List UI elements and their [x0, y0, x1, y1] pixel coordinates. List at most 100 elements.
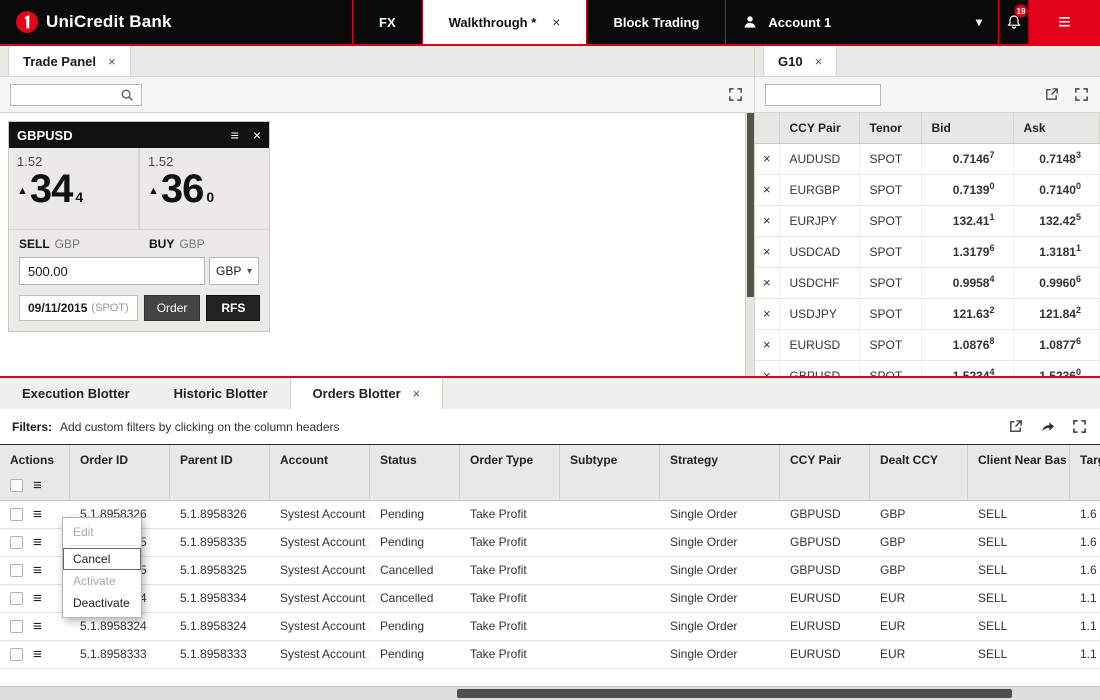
export-icon[interactable]	[1038, 418, 1056, 436]
bid-price[interactable]: 0.99584	[921, 267, 1013, 298]
order-row[interactable]: ≡5.1.89583345.1.8958334Systest Account 1…	[0, 585, 1100, 613]
remove-pair-icon[interactable]: ×	[755, 205, 779, 236]
scrollbar-thumb[interactable]	[747, 113, 754, 297]
horizontal-scrollbar[interactable]	[0, 686, 1100, 700]
bid-price[interactable]: 132.411	[921, 205, 1013, 236]
order-button[interactable]: Order	[144, 295, 201, 321]
expand-icon[interactable]	[1070, 418, 1088, 436]
column-header-ccy-pair[interactable]: CCY Pair	[779, 113, 859, 143]
ask-price[interactable]: 0.71400	[1013, 174, 1100, 205]
row-checkbox[interactable]	[10, 592, 23, 605]
account-selector[interactable]: Account 1 ▾	[725, 0, 998, 44]
column-header-ccy-pair[interactable]: CCY Pair	[780, 445, 870, 500]
main-menu-button[interactable]: ≡	[1028, 0, 1100, 44]
column-header-actions[interactable]: Actions≡	[0, 445, 70, 500]
vertical-scrollbar[interactable]	[745, 113, 754, 376]
close-icon[interactable]: ×	[815, 54, 823, 69]
ask-price[interactable]: 1.31811	[1013, 236, 1100, 267]
row-checkbox[interactable]	[10, 648, 23, 661]
close-icon[interactable]: ×	[108, 54, 116, 69]
tile-header[interactable]: GBPUSD ≡ ×	[9, 122, 269, 148]
tab-orders-blotter[interactable]: Orders Blotter ×	[290, 378, 444, 409]
close-icon[interactable]: ×	[552, 14, 560, 30]
order-row[interactable]: ≡5.1.89583335.1.8958333Systest Account 1…	[0, 641, 1100, 669]
select-all-checkbox[interactable]	[10, 479, 23, 492]
row-actions-icon[interactable]: ≡	[33, 563, 42, 578]
ask-price[interactable]: 121.842	[1013, 298, 1100, 329]
search-input[interactable]	[16, 88, 118, 102]
currency-select[interactable]: GBP ▾	[209, 257, 259, 285]
rfs-button[interactable]: RFS	[206, 295, 260, 321]
bid-price[interactable]: 1.31796	[921, 236, 1013, 267]
row-actions-icon[interactable]: ≡	[33, 591, 42, 606]
column-header-status[interactable]: Status	[370, 445, 460, 500]
top-tab-walkthrough[interactable]: Walkthrough * ×	[422, 0, 587, 44]
tab-g10[interactable]: G10 ×	[763, 46, 837, 76]
column-header-ask[interactable]: Ask	[1013, 113, 1100, 143]
column-header-account[interactable]: Account	[270, 445, 370, 500]
close-icon[interactable]: ×	[413, 386, 421, 401]
remove-pair-icon[interactable]: ×	[755, 174, 779, 205]
column-header-strategy[interactable]: Strategy	[660, 445, 780, 500]
context-menu-item-deactivate[interactable]: Deactivate	[63, 592, 141, 614]
ask-price[interactable]: 0.71483	[1013, 143, 1100, 174]
bid-price[interactable]: 1.52344	[921, 360, 1013, 376]
expand-icon[interactable]	[726, 86, 744, 104]
bid-price[interactable]: 0.71467	[921, 143, 1013, 174]
sell-price-button[interactable]: 1.52 ▲ 34 4	[9, 148, 138, 229]
popout-icon[interactable]	[1042, 86, 1060, 104]
tab-historic-blotter[interactable]: Historic Blotter	[152, 378, 290, 409]
column-header-tenor[interactable]: Tenor	[859, 113, 921, 143]
column-header-order-type[interactable]: Order Type	[460, 445, 560, 500]
watchlist-search[interactable]	[765, 84, 881, 106]
ask-price[interactable]: 1.52360	[1013, 360, 1100, 376]
context-menu-item-cancel[interactable]: Cancel	[63, 548, 141, 570]
settlement-date-field[interactable]: 09/11/2015 (SPOT)	[19, 295, 138, 321]
tab-trade-panel[interactable]: Trade Panel ×	[8, 46, 131, 76]
row-actions-icon[interactable]: ≡	[33, 647, 42, 662]
order-row[interactable]: ≡5.1.89583355.1.8958335Systest Account 1…	[0, 529, 1100, 557]
order-row[interactable]: ≡5.1.89583265.1.8958326Systest Account 1…	[0, 501, 1100, 529]
ask-price[interactable]: 1.08776	[1013, 329, 1100, 360]
remove-pair-icon[interactable]: ×	[755, 267, 779, 298]
row-actions-icon[interactable]: ≡	[33, 619, 42, 634]
column-header-dealt-ccy[interactable]: Dealt CCY	[870, 445, 968, 500]
remove-pair-icon[interactable]: ×	[755, 143, 779, 174]
tab-execution-blotter[interactable]: Execution Blotter	[0, 378, 152, 409]
order-row[interactable]: ≡5.1.89583245.1.8958324Systest Account 1…	[0, 613, 1100, 641]
bid-price[interactable]: 121.632	[921, 298, 1013, 329]
tile-menu-icon[interactable]: ≡	[231, 127, 239, 143]
row-actions-icon[interactable]: ≡	[33, 507, 42, 522]
top-tab-block-trading[interactable]: Block Trading	[586, 0, 725, 44]
remove-pair-icon[interactable]: ×	[755, 329, 779, 360]
search-input[interactable]	[771, 88, 875, 102]
amount-field[interactable]: 500.00	[19, 257, 205, 285]
row-checkbox[interactable]	[10, 564, 23, 577]
expand-icon[interactable]	[1072, 86, 1090, 104]
notifications-button[interactable]: 19	[998, 0, 1028, 44]
scrollbar-thumb[interactable]	[457, 689, 1013, 698]
row-checkbox[interactable]	[10, 508, 23, 521]
column-header-subtype[interactable]: Subtype	[560, 445, 660, 500]
column-header-parent-id[interactable]: Parent ID	[170, 445, 270, 500]
row-actions-icon[interactable]: ≡	[33, 535, 42, 550]
row-checkbox[interactable]	[10, 536, 23, 549]
column-header-order-id[interactable]: Order ID	[70, 445, 170, 500]
buy-price-button[interactable]: 1.52 ▲ 36 0	[138, 148, 269, 229]
tile-close-icon[interactable]: ×	[253, 127, 261, 143]
column-header-bid[interactable]: Bid	[921, 113, 1013, 143]
bid-price[interactable]: 1.08768	[921, 329, 1013, 360]
remove-pair-icon[interactable]: ×	[755, 298, 779, 329]
popout-icon[interactable]	[1006, 418, 1024, 436]
row-checkbox[interactable]	[10, 620, 23, 633]
column-header-targ[interactable]: Targ	[1070, 445, 1100, 500]
bid-price[interactable]: 0.71390	[921, 174, 1013, 205]
ask-price[interactable]: 0.99606	[1013, 267, 1100, 298]
remove-pair-icon[interactable]: ×	[755, 236, 779, 267]
ask-price[interactable]: 132.425	[1013, 205, 1100, 236]
order-row[interactable]: ≡5.1.89583255.1.8958325Systest Account 1…	[0, 557, 1100, 585]
remove-pair-icon[interactable]: ×	[755, 360, 779, 376]
column-header-client-near-bas[interactable]: Client Near Bas	[968, 445, 1070, 500]
instrument-search[interactable]	[10, 84, 142, 106]
bulk-actions-icon[interactable]: ≡	[33, 478, 42, 493]
